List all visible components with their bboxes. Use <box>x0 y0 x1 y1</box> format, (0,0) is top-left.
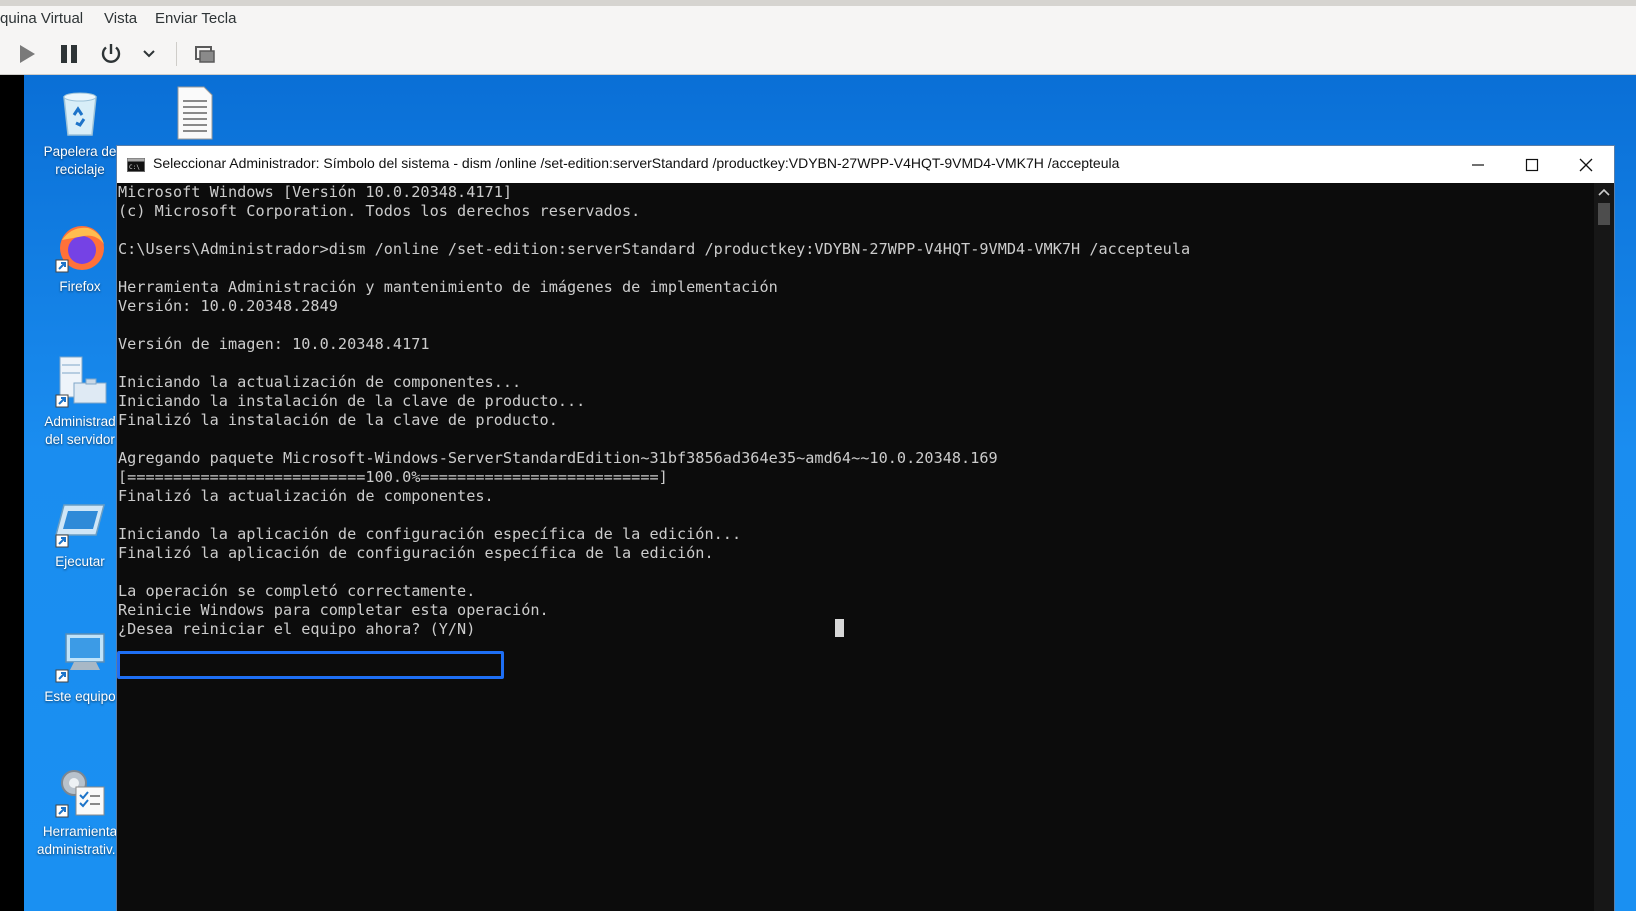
desktop-icon-label: Herramienta administrativ... <box>36 824 124 857</box>
console-line: La operación se completó correctamente. <box>118 582 476 600</box>
chevron-down-icon <box>143 50 155 58</box>
screenshot-icon <box>195 46 215 63</box>
desktop-icon-label: Este equipo <box>44 689 116 704</box>
maximize-icon <box>1525 158 1539 171</box>
console-line: Herramienta Administración y mantenimien… <box>118 278 778 296</box>
console-line: [==========================100.0%=======… <box>118 468 668 486</box>
desktop-icon-label: Firefox <box>59 279 101 294</box>
desktop-icon-label: Ejecutar <box>55 554 105 569</box>
toolbar-separator <box>176 42 177 66</box>
minimize-button[interactable] <box>1450 146 1506 183</box>
power-menu-button[interactable] <box>136 33 162 75</box>
desktop-icon-text-file[interactable] <box>150 85 238 143</box>
cmd-window-title: Seleccionar Administrador: Símbolo del s… <box>153 155 1120 171</box>
console-line: Iniciando la actualización de componente… <box>118 373 522 391</box>
scrollbar-thumb[interactable] <box>1598 203 1610 225</box>
desktop-icon-run[interactable]: Ejecutar <box>36 495 124 571</box>
play-button[interactable] <box>10 33 44 75</box>
svg-text:C:\: C:\ <box>129 164 140 171</box>
command-prompt-window[interactable]: C:\ Seleccionar Administrador: Símbolo d… <box>116 145 1615 911</box>
console-line: Microsoft Windows [Versión 10.0.20348.41… <box>118 183 513 201</box>
console-line: C:\Users\Administrador>dism /online /set… <box>118 240 1191 258</box>
desktop-icon-label: Administrad del servidor <box>44 414 116 447</box>
power-button[interactable] <box>94 33 128 75</box>
close-button[interactable] <box>1558 146 1614 183</box>
console-line: Finalizó la aplicación de configuración … <box>118 544 714 562</box>
console-prompt-line: ¿Desea reiniciar el equipo ahora? (Y/N) <box>118 620 476 638</box>
prompt-highlight-box <box>117 651 504 679</box>
maximize-button[interactable] <box>1504 146 1560 183</box>
desktop-icon-firefox[interactable]: Firefox <box>36 220 124 296</box>
console-scrollbar[interactable] <box>1594 183 1614 911</box>
play-icon <box>20 45 35 63</box>
text-cursor <box>835 619 844 637</box>
pause-button[interactable] <box>52 33 86 75</box>
power-icon <box>101 44 121 63</box>
text-file-icon <box>177 86 213 140</box>
host-menubar: quina Virtual Vista Enviar Tecla <box>0 0 1636 33</box>
firefox-icon <box>55 226 104 273</box>
server-manager-icon <box>55 356 107 408</box>
screenshot-button[interactable] <box>188 33 222 75</box>
console-line: Finalizó la instalación de la clave de p… <box>118 411 558 429</box>
cmd-app-icon: C:\ <box>127 158 145 172</box>
pause-icon <box>61 45 77 63</box>
desktop-icon-label: Papelera de reciclaje <box>43 144 117 177</box>
console-line: Finalizó la actualización de componentes… <box>118 487 494 505</box>
menu-enviar-tecla[interactable]: Enviar Tecla <box>155 10 236 27</box>
console-line: Agregando paquete Microsoft-Windows-Serv… <box>118 449 998 467</box>
console-line: Iniciando la instalación de la clave de … <box>118 392 586 410</box>
desktop-icon-server-manager[interactable]: Administrad del servidor <box>36 355 124 449</box>
desktop-icon-recycle-bin[interactable]: Papelera de reciclaje <box>36 85 124 179</box>
console-line: Versión de imagen: 10.0.20348.4171 <box>118 335 430 353</box>
console-line: Versión: 10.0.20348.2849 <box>118 297 338 315</box>
desktop-icon-this-pc[interactable]: Este equipo <box>36 630 124 706</box>
console-output[interactable]: Microsoft Windows [Versión 10.0.20348.41… <box>117 183 1596 911</box>
vm-display[interactable]: Papelera de reciclaje Firefox Administra… <box>0 75 1636 911</box>
cmd-titlebar[interactable]: C:\ Seleccionar Administrador: Símbolo d… <box>117 146 1614 183</box>
run-icon <box>55 504 105 548</box>
console-line: Reinicie Windows para completar esta ope… <box>118 601 549 619</box>
console-line: Iniciando la aplicación de configuración… <box>118 525 742 543</box>
close-icon <box>1579 158 1593 171</box>
minimize-icon <box>1472 163 1484 166</box>
menu-vista[interactable]: Vista <box>104 10 137 27</box>
desktop-icon-admin-tools[interactable]: Herramienta administrativ... <box>36 765 124 859</box>
menu-maquina-virtual[interactable]: quina Virtual <box>0 10 83 27</box>
scroll-up-icon[interactable] <box>1598 187 1610 197</box>
this-pc-icon <box>55 633 105 683</box>
host-toolbar <box>0 33 1636 75</box>
admin-tools-icon <box>55 770 105 818</box>
recycle-bin-icon <box>63 92 97 136</box>
console-line: (c) Microsoft Corporation. Todos los der… <box>118 202 641 220</box>
